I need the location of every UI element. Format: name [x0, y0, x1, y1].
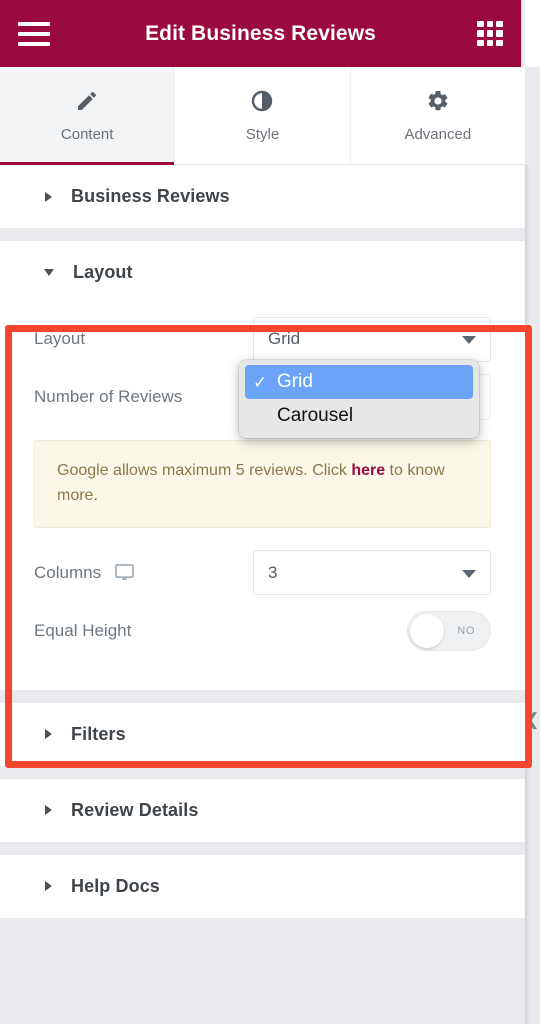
- dropdown-option-carousel[interactable]: Carousel: [245, 399, 473, 433]
- control-row-equal-height: Equal Height NO: [34, 602, 491, 660]
- section-help-docs[interactable]: Help Docs: [0, 854, 525, 918]
- toggle-knob: [410, 613, 444, 648]
- equal-height-wrap: NO: [407, 610, 491, 651]
- panel-header: Edit Business Reviews: [0, 0, 521, 67]
- columns-select[interactable]: 3: [253, 550, 491, 596]
- number-of-reviews-label: Number of Reviews: [34, 387, 183, 406]
- chevron-down-icon: [462, 336, 476, 344]
- section-business-reviews-label: Business Reviews: [71, 186, 230, 206]
- max-reviews-notice: Google allows maximum 5 reviews. Click h…: [34, 440, 491, 528]
- layout-dropdown-popup: ✓ Grid Carousel: [239, 360, 479, 438]
- control-row-columns: Columns 3: [34, 544, 491, 602]
- contrast-icon: [252, 90, 273, 111]
- tab-style[interactable]: Style: [175, 67, 351, 164]
- section-divider: [0, 841, 525, 855]
- apps-grid-icon[interactable]: [477, 20, 503, 47]
- section-filters-label: Filters: [71, 723, 126, 744]
- chevron-right-icon: [45, 729, 52, 740]
- page-title: Edit Business Reviews: [145, 21, 376, 45]
- section-divider: [0, 765, 525, 779]
- gear-icon: [428, 90, 448, 110]
- panel-edge-shadow: [525, 165, 530, 1024]
- pencil-icon: [78, 91, 97, 110]
- section-divider: [0, 689, 525, 703]
- chevron-left-icon[interactable]: ❮: [525, 700, 540, 740]
- equal-height-label: Equal Height: [34, 620, 132, 640]
- tab-advanced-label: Advanced: [404, 125, 472, 143]
- panel-tabs: Content Style Advanced: [0, 67, 525, 165]
- columns-label-wrap: Columns: [34, 562, 135, 583]
- tab-advanced[interactable]: Advanced: [350, 67, 525, 164]
- checkmark-icon: ✓: [253, 372, 268, 392]
- section-help-docs-label: Help Docs: [71, 875, 160, 896]
- chevron-down-icon: [462, 569, 476, 578]
- tab-content-label: Content: [60, 125, 114, 143]
- layout-select-wrap: Grid: [253, 316, 491, 362]
- layout-select[interactable]: Grid: [253, 316, 491, 362]
- chevron-down-icon: [44, 269, 54, 276]
- dropdown-option-carousel-label: Carousel: [277, 405, 354, 426]
- notice-text-before: Google allows maximum 5 reviews. Click: [57, 462, 352, 479]
- chevron-right-icon: [45, 881, 52, 892]
- section-layout[interactable]: Layout: [0, 241, 525, 304]
- tab-content[interactable]: Content: [0, 67, 176, 165]
- equal-height-state-label: NO: [457, 624, 475, 637]
- desktop-monitor-icon[interactable]: [115, 564, 135, 581]
- section-divider: [0, 228, 525, 241]
- layout-control-label: Layout: [34, 329, 86, 348]
- layout-select-value: Grid: [268, 329, 301, 348]
- chevron-right-icon: [45, 805, 52, 816]
- section-filters[interactable]: Filters: [0, 702, 525, 766]
- section-review-details[interactable]: Review Details: [0, 778, 525, 842]
- columns-select-wrap: 3: [253, 550, 491, 596]
- dropdown-option-grid-label: Grid: [277, 371, 313, 392]
- columns-label: Columns: [34, 562, 102, 582]
- section-business-reviews[interactable]: Business Reviews: [0, 165, 525, 228]
- chevron-right-icon: [45, 191, 52, 202]
- tab-style-label: Style: [245, 125, 280, 143]
- equal-height-toggle[interactable]: NO: [407, 610, 491, 651]
- elementor-editor-panel: Edit Business Reviews Content Style Adva…: [0, 0, 540, 1024]
- notice-here-link[interactable]: here: [351, 462, 385, 479]
- dropdown-option-grid[interactable]: ✓ Grid: [245, 365, 473, 399]
- columns-select-value: 3: [268, 562, 278, 582]
- section-layout-label: Layout: [73, 262, 133, 282]
- panel-body: Business Reviews Layout Layout Grid Numb…: [0, 165, 525, 1024]
- header-right-sliver: [521, 0, 540, 67]
- section-review-details-label: Review Details: [71, 799, 199, 820]
